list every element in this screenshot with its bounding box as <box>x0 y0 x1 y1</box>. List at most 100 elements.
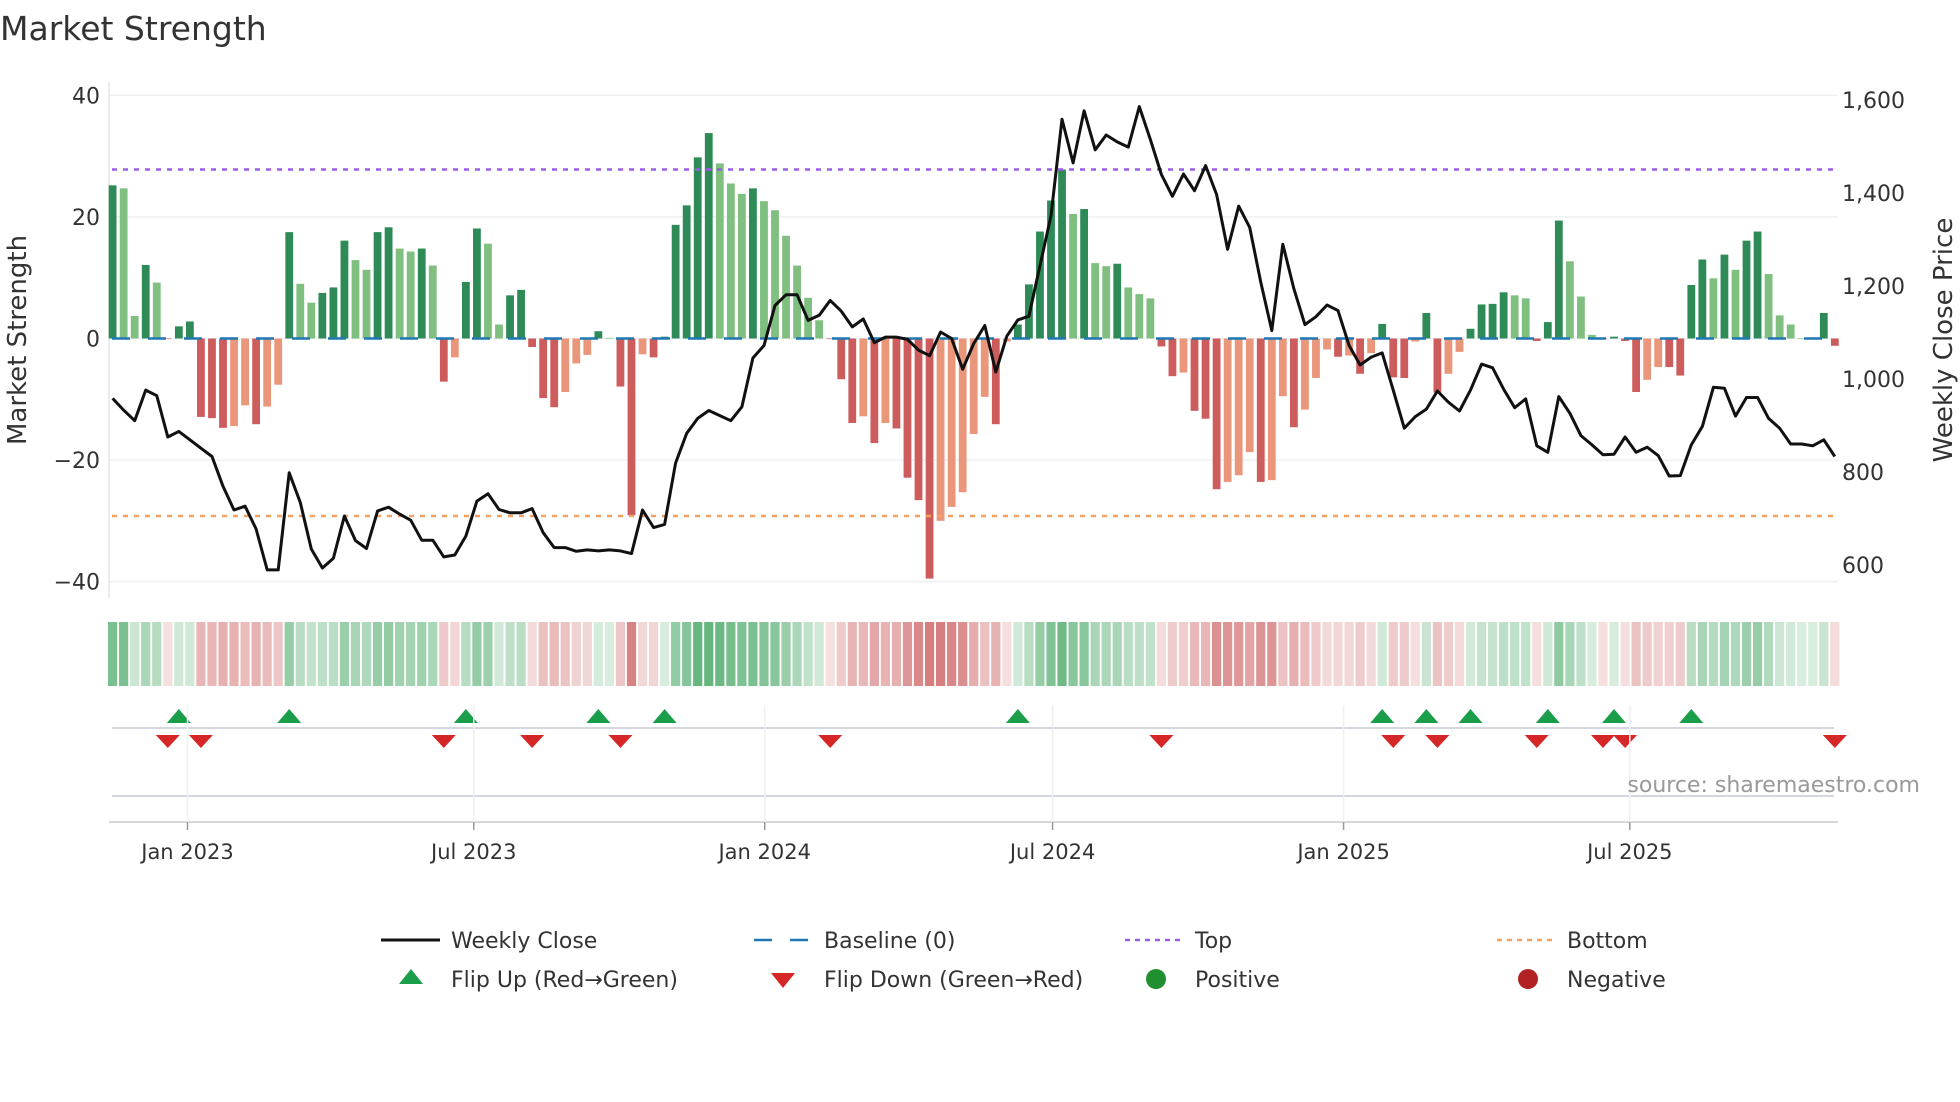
strength-bar <box>1830 338 1839 346</box>
strength-bar <box>362 269 371 339</box>
strength-bar <box>1532 338 1541 341</box>
flip-down-marker <box>1591 735 1615 748</box>
flip-down-marker <box>608 735 633 748</box>
negative-cell <box>1267 622 1277 686</box>
strength-bar <box>428 265 437 339</box>
triangle-down-icon <box>771 973 795 988</box>
positive-cell <box>792 622 802 686</box>
strength-bar <box>395 248 404 339</box>
positive-cell <box>671 622 681 686</box>
negative-cell <box>924 622 935 686</box>
strength-bar <box>274 338 283 385</box>
strength-bar <box>1422 312 1431 339</box>
negative-cell <box>1245 622 1255 686</box>
strength-bar <box>197 338 205 417</box>
y-tick-label: 20 <box>72 206 100 231</box>
flip-down-marker <box>1425 735 1450 748</box>
positive-cell <box>1719 622 1730 686</box>
negative-cell <box>1532 622 1542 686</box>
right-y-axis-label: Weekly Close Price <box>1929 218 1959 463</box>
positive-cell <box>1576 622 1586 686</box>
strength-bar <box>1190 338 1199 411</box>
flip-down-marker <box>155 735 180 748</box>
strength-bar <box>583 338 592 355</box>
strength-bar <box>1819 312 1828 339</box>
positive-cell <box>1730 622 1741 686</box>
legend-label: Positive <box>1195 968 1280 993</box>
strength-bar <box>1466 328 1475 339</box>
strength-bar <box>1488 303 1497 339</box>
strength-bar <box>1742 240 1751 339</box>
strength-bar <box>1389 338 1398 378</box>
strength-bar <box>506 295 514 339</box>
negative-cell <box>1322 622 1332 686</box>
y-tick-label: 40 <box>72 84 100 109</box>
strength-bar <box>605 337 614 339</box>
strength-heat-strip <box>108 622 1840 686</box>
negative-cell <box>1598 622 1608 686</box>
source-note: source: sharemaestro.com <box>1627 773 1920 798</box>
positive-cell <box>1752 622 1763 686</box>
legend-label: Top <box>1194 929 1232 954</box>
legend-label: Flip Up (Red→Green) <box>451 968 678 993</box>
positive-cell <box>1543 622 1553 686</box>
strength-bar <box>384 227 393 339</box>
strength-bar <box>638 338 647 355</box>
positive-cell <box>108 622 118 686</box>
negative-cell <box>1212 622 1222 686</box>
positive-cell <box>1112 622 1122 686</box>
positive-cell <box>1609 622 1619 686</box>
strength-bar <box>1687 285 1696 339</box>
flip-down-marker <box>1822 735 1847 748</box>
strength-bar <box>1278 338 1287 397</box>
positive-cell <box>1587 622 1597 686</box>
positive-cell <box>461 622 471 686</box>
positive-cell <box>395 622 405 686</box>
strength-bar <box>1312 338 1320 379</box>
strength-bar <box>1477 304 1486 339</box>
right-y-ticks: 600 800 1,000 1,200 1,400 1,600 <box>1842 89 1905 579</box>
positive-cell <box>152 622 162 686</box>
strength-bar <box>925 338 934 579</box>
strength-bar <box>815 320 824 339</box>
negative-cell <box>1399 622 1409 686</box>
negative-cell <box>1200 622 1211 686</box>
strength-bar <box>1058 169 1066 339</box>
strength-bar <box>329 287 338 339</box>
strength-bar <box>749 188 757 339</box>
strength-bar <box>1356 338 1365 374</box>
positive-cell <box>1046 622 1056 686</box>
strength-bar <box>417 248 426 339</box>
negative-cell <box>1443 622 1454 686</box>
positive-cell <box>1476 622 1487 686</box>
positive-cell <box>1035 622 1045 686</box>
positive-cell <box>1377 622 1387 686</box>
strength-bar <box>473 228 481 339</box>
right-y-tick-label: 800 <box>1842 461 1884 486</box>
negative-cell <box>648 622 659 686</box>
strength-bar <box>174 326 183 339</box>
x-tick-label: Jan 2023 <box>139 840 234 864</box>
y-tick-label: 0 <box>86 328 100 353</box>
chart-title: Market Strength <box>0 9 267 48</box>
strength-bar <box>1554 220 1563 339</box>
strength-bar <box>252 338 261 425</box>
strength-bar <box>528 338 537 348</box>
positive-cell <box>428 622 438 686</box>
negative-cell <box>947 622 957 686</box>
strength-bar <box>914 338 923 501</box>
right-y-tick-label: 1,000 <box>1842 368 1905 393</box>
negative-cell <box>1289 622 1299 686</box>
flip-down-marker <box>1613 735 1638 748</box>
strength-bar <box>1201 338 1210 419</box>
strength-bar <box>693 157 702 339</box>
positive-cell <box>505 622 515 686</box>
strength-bar <box>1698 259 1707 339</box>
strength-bar <box>859 338 868 417</box>
positive-cell <box>759 622 769 686</box>
strength-bar <box>263 338 272 407</box>
strength-bar <box>1400 338 1409 379</box>
negative-cell <box>913 622 924 686</box>
strength-bar <box>1212 338 1221 490</box>
strength-bar <box>1565 261 1574 339</box>
